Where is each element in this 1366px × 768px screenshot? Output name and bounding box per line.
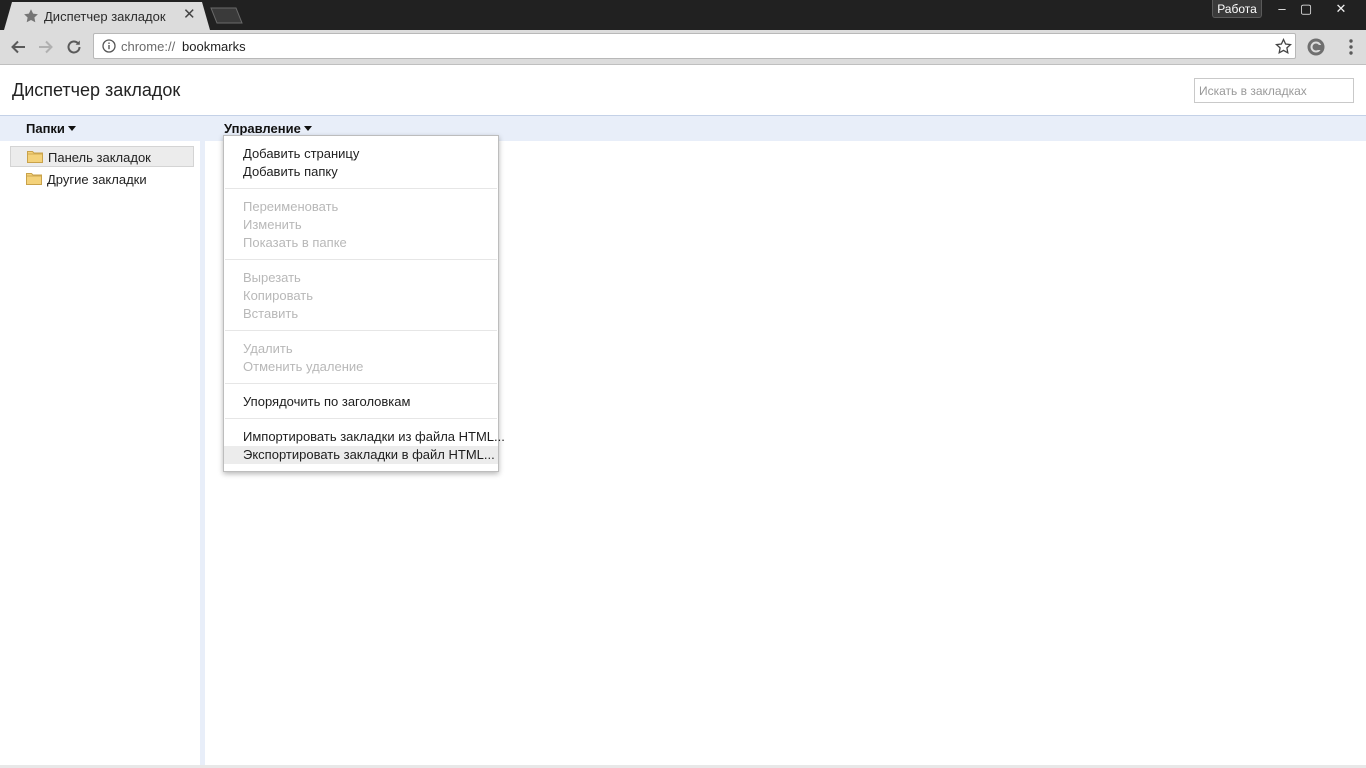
menu-item-import-html[interactable]: Импортировать закладки из файла HTML... — [224, 428, 505, 446]
address-bar[interactable]: chrome:// bookmarks — [93, 33, 1296, 59]
title-bar: Диспетчер закладок ✕ Работа – ▢ ✕ — [0, 0, 1366, 30]
menu-item-add-page[interactable]: Добавить страницу — [224, 145, 498, 163]
extension-icon[interactable] — [1306, 37, 1326, 57]
page-header: Диспетчер закладок — [0, 65, 1366, 116]
folder-item-other-bookmarks[interactable]: Другие закладки — [10, 169, 194, 190]
menu-separator — [225, 418, 497, 419]
caret-down-icon — [67, 126, 76, 131]
menu-item-show-in-folder: Показать в папке — [243, 235, 347, 250]
menu-item-sort-by-title[interactable]: Упорядочить по заголовкам — [224, 393, 498, 411]
close-window-button[interactable]: ✕ — [1318, 0, 1364, 18]
browser-toolbar: chrome:// bookmarks — [0, 30, 1366, 65]
menu-separator — [225, 259, 497, 260]
url-scheme: chrome:// — [121, 39, 176, 54]
folder-tree — [0, 141, 200, 768]
folder-label: Панель закладок — [48, 150, 151, 165]
manager-menubar: Папки Управление — [0, 116, 1366, 141]
folders-menu-button[interactable]: Папки — [26, 121, 76, 136]
caret-down-icon — [303, 126, 312, 131]
reload-icon[interactable] — [65, 38, 83, 56]
menu-separator — [225, 330, 497, 331]
menu-item-undo-delete: Отменить удаление — [243, 359, 364, 374]
close-icon[interactable]: ✕ — [183, 7, 196, 22]
bookmark-star-icon[interactable] — [1275, 38, 1292, 55]
manage-dropdown-menu: Добавить страницу Добавить папку Переиме… — [223, 135, 505, 472]
folder-label: Другие закладки — [47, 172, 147, 187]
manage-menu-label: Управление — [224, 121, 301, 136]
menu-separator — [225, 188, 497, 189]
info-icon[interactable] — [102, 39, 116, 53]
menu-item-delete: Удалить — [243, 341, 293, 356]
folder-item-bookmarks-bar[interactable]: Панель закладок — [10, 146, 194, 167]
back-icon[interactable] — [9, 38, 27, 56]
tab-bookmarks[interactable]: Диспетчер закладок ✕ — [4, 2, 210, 30]
profile-button[interactable]: Работа — [1212, 0, 1262, 18]
menu-separator — [225, 383, 497, 384]
tab-title: Диспетчер закладок — [44, 9, 166, 24]
folder-icon — [26, 173, 42, 185]
menu-icon[interactable] — [1345, 38, 1357, 56]
menu-item-add-folder[interactable]: Добавить папку — [224, 163, 498, 181]
star-icon — [24, 9, 38, 23]
menu-item-copy: Копировать — [243, 288, 313, 303]
url-host: bookmarks — [182, 39, 246, 54]
minimize-button[interactable]: – — [1270, 0, 1294, 18]
maximize-button[interactable]: ▢ — [1294, 0, 1318, 18]
forward-icon[interactable] — [37, 38, 55, 56]
folder-icon — [27, 151, 43, 163]
menu-item-rename: Переименовать — [243, 199, 339, 214]
page-title: Диспетчер закладок — [12, 80, 181, 100]
folders-menu-label: Папки — [26, 121, 65, 136]
menu-item-paste: Вставить — [243, 306, 299, 321]
menu-item-cut: Вырезать — [243, 270, 301, 285]
menu-item-edit: Изменить — [243, 217, 302, 232]
new-tab-button[interactable] — [208, 7, 244, 24]
search-input[interactable] — [1194, 78, 1354, 103]
manage-menu-button[interactable]: Управление — [224, 121, 312, 136]
menu-item-export-html[interactable]: Экспортировать закладки в файл HTML... — [224, 446, 498, 464]
